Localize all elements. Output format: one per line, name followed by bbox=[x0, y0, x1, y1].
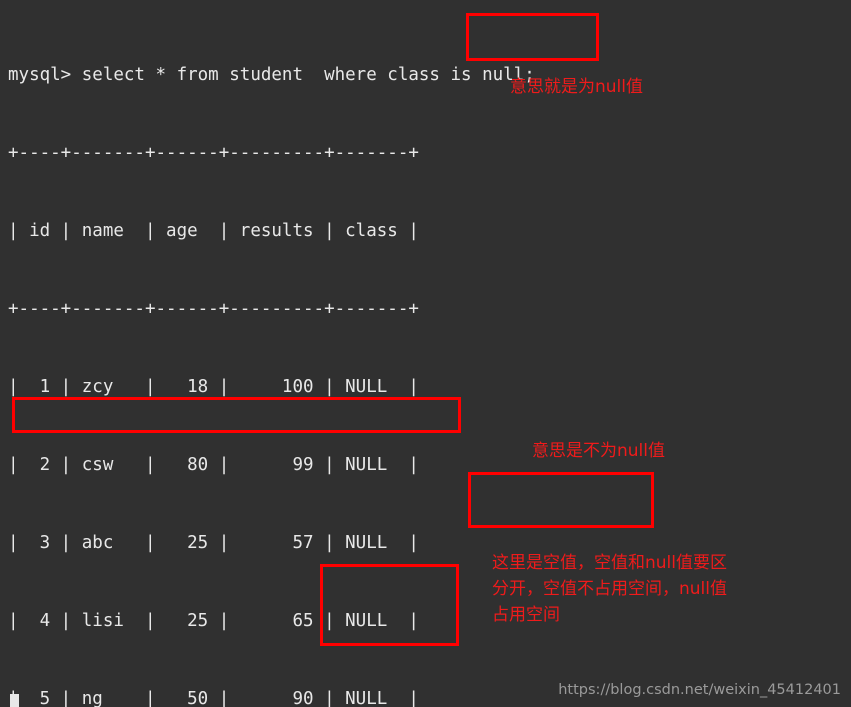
table-row: | 2 | csw | 80 | 99 | NULL | bbox=[8, 455, 419, 475]
annotation-empty-value: 这里是空值，空值和null值要区 分开，空值不占用空间，null值 占用空间 bbox=[492, 553, 727, 625]
terminal-cursor bbox=[10, 694, 19, 707]
terminal-screen: mysql> select * from student where class… bbox=[0, 0, 851, 707]
annotation-is-null: 意思就是为null值 bbox=[510, 77, 643, 97]
annotation-is-not-null: 意思是不为null值 bbox=[532, 441, 665, 461]
table-row: | 1 | zcy | 18 | 100 | NULL | bbox=[8, 377, 419, 397]
query1-command: mysql> select * from student where class… bbox=[8, 65, 535, 85]
table-row: | 5 | ng | 50 | 90 | NULL | bbox=[8, 689, 419, 707]
query1-sep-top: +----+-------+------+---------+-------+ bbox=[8, 143, 419, 163]
watermark-url: https://blog.csdn.net/weixin_45412401 bbox=[558, 682, 841, 698]
query1-sep-mid: +----+-------+------+---------+-------+ bbox=[8, 299, 419, 319]
query1-header: | id | name | age | results | class | bbox=[8, 221, 419, 241]
